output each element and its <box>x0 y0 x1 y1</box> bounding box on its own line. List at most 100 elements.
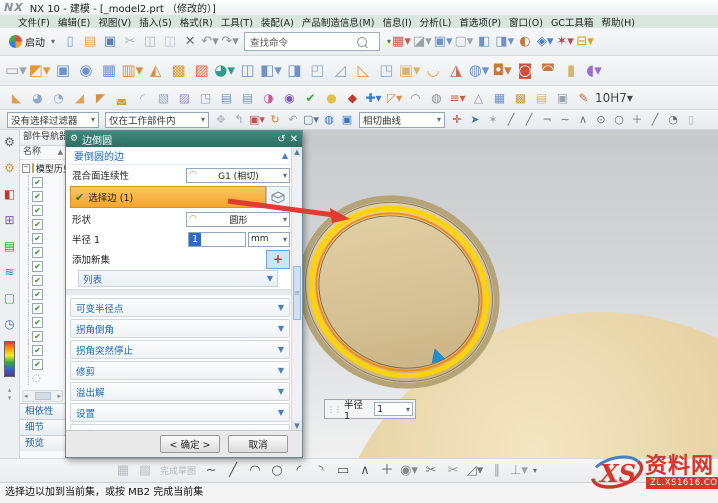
dialog-section[interactable]: 拐角突然停止 <box>70 340 290 359</box>
continuity-dropdown[interactable]: ◠ G1 (相切) ▾ <box>186 168 290 183</box>
profile-button[interactable]: ∧ <box>355 461 375 481</box>
draft-button[interactable]: ◢ <box>70 88 89 107</box>
redo-button[interactable]: ↷▾ <box>221 32 239 52</box>
constraint-navigator-icon[interactable]: ◧ <box>2 186 18 202</box>
window-layout-button[interactable]: ▦▾ <box>392 32 411 52</box>
snap-circle-button[interactable]: ○ <box>611 112 627 128</box>
tree-row[interactable] <box>20 189 65 203</box>
snap-pole-button[interactable]: ∧ <box>575 112 591 128</box>
assembly-constraint-button[interactable]: ◨▾ <box>495 32 514 52</box>
chamfer-curve-button[interactable]: ◝ <box>311 461 331 481</box>
reuse-library-icon[interactable]: ▤ <box>2 238 18 254</box>
pyramid-button[interactable]: ◮ <box>446 59 467 83</box>
tree-row[interactable] <box>20 301 65 315</box>
pattern-plus-button[interactable]: ▩ <box>511 88 530 107</box>
tree-row-pending[interactable]: ◌ <box>20 371 65 385</box>
new-file-button[interactable]: ▯ <box>61 32 79 52</box>
follow-fillet-button[interactable]: ➤ <box>467 112 483 128</box>
roles-palette-icon[interactable] <box>4 341 15 377</box>
dialog-section[interactable]: 溢出解 <box>70 382 290 401</box>
menu-item[interactable]: GC工具箱 <box>547 15 598 29</box>
tree-row[interactable] <box>20 245 65 259</box>
dialog-section[interactable]: 拐角倒角 <box>70 319 290 338</box>
menu-item[interactable]: 产品制造信息(M) <box>298 15 379 29</box>
block-button[interactable]: ▣▾ <box>399 59 421 83</box>
open-button[interactable]: ▤ <box>81 32 99 52</box>
swept-button[interactable]: ◧▾ <box>260 59 282 83</box>
thicken-button[interactable]: ▧ <box>154 88 173 107</box>
onscreen-radius-input[interactable]: ⋮⋮ 半径 1 1 ▾ <box>324 399 416 419</box>
rotate-view-button[interactable]: ↻ <box>267 112 283 128</box>
snap-face-button[interactable]: ▯ <box>683 112 699 128</box>
snap-corner-button[interactable]: ¬ <box>539 112 555 128</box>
image-button[interactable]: ▣ <box>553 88 572 107</box>
tree-row[interactable] <box>20 175 65 189</box>
measure-angle-button[interactable]: △ <box>469 88 488 107</box>
cancel-button[interactable]: 取消 <box>228 435 288 453</box>
ruled-surface-button[interactable]: ◰ <box>307 59 328 83</box>
menu-item[interactable]: 信息(I) <box>378 15 415 29</box>
measure-distance-button[interactable]: ⊟▾ <box>576 32 594 52</box>
arc-button[interactable]: ◠ <box>245 461 265 481</box>
work-cube-button[interactable]: ▣ <box>339 112 355 128</box>
offset-surface-button[interactable]: ◜ <box>133 88 152 107</box>
trim-body-button[interactable]: ◖▾ <box>584 59 605 83</box>
checkbox-checked-icon[interactable] <box>32 359 43 370</box>
curve-mesh-button[interactable]: ◳ <box>376 59 397 83</box>
export-csv-button[interactable]: ▤ <box>217 88 236 107</box>
bend-button[interactable]: ◡ <box>423 59 444 83</box>
navigator-hscrollbar[interactable]: ◂ ▸ <box>22 390 63 402</box>
sphere-wire-button[interactable]: ◍▾ <box>469 59 490 83</box>
navigator-tab[interactable]: 预览 <box>20 435 65 451</box>
radius-tag-field[interactable]: 1 ▾ <box>374 402 413 416</box>
checkbox-checked-icon[interactable] <box>32 317 43 328</box>
face-blend-button[interactable]: ◔ <box>49 88 68 107</box>
checkbox-checked-icon[interactable] <box>32 177 43 188</box>
menu-item[interactable]: 格式(R) <box>176 15 217 29</box>
checkbox-checked-icon[interactable] <box>32 303 43 314</box>
solid-body-collector-button[interactable] <box>266 186 290 208</box>
datum-axis-button[interactable]: ◆ <box>343 88 362 107</box>
checkbox-checked-icon[interactable] <box>32 247 43 258</box>
select-edge-row[interactable]: ✔ 选择边 (1) <box>70 186 266 208</box>
navigator-tab[interactable]: 细节 <box>20 419 65 435</box>
add-new-set-button[interactable]: + <box>266 250 290 269</box>
perpendicular-constraint-button[interactable]: ⊥▾ <box>509 461 529 481</box>
resource-bar-expander[interactable]: ▴▾ <box>8 386 12 402</box>
part-navigator-icon[interactable]: ⊞ <box>2 212 18 228</box>
intersect-button[interactable]: ◚ <box>538 59 559 83</box>
display-sphere-button[interactable]: ● <box>322 88 341 107</box>
tree-row[interactable] <box>20 287 65 301</box>
pattern-feature-button[interactable]: ▩ <box>168 59 189 83</box>
hole-button[interactable]: ▦ <box>98 59 119 83</box>
snap-spline-button[interactable]: ∼ <box>557 112 573 128</box>
assembly-navigator-icon[interactable]: ⚙ <box>2 160 18 176</box>
menu-item[interactable]: 装配(A) <box>257 15 298 29</box>
quick-trim-button[interactable]: ✂ <box>421 461 441 481</box>
line-button[interactable]: ╱ <box>223 461 243 481</box>
tree-row[interactable] <box>20 343 65 357</box>
dialog-scrollbar[interactable]: ▲ ≡ ▼ <box>291 147 302 431</box>
invert-selection-button[interactable]: ↰ <box>231 112 247 128</box>
radius-input[interactable]: 1 <box>188 232 246 247</box>
checkbox-checked-icon[interactable] <box>32 205 43 216</box>
fillet-curve-button[interactable]: ◜ <box>289 461 309 481</box>
undo-button[interactable]: ↶▾ <box>201 32 219 52</box>
navigator-tab[interactable]: 相依性 <box>20 403 65 419</box>
globe-button[interactable]: ◍ <box>321 112 337 128</box>
snap-point-on-curve-button[interactable]: ＋ <box>629 112 645 128</box>
checkbox-checked-icon[interactable] <box>32 219 43 230</box>
ellipse-button[interactable]: ◉▾ <box>399 461 419 481</box>
scroll-thumb[interactable] <box>35 392 51 400</box>
snap-endpoint-button[interactable]: ╱ <box>503 112 519 128</box>
extrude-button[interactable]: ▣ <box>52 59 73 83</box>
stop-rule-button[interactable]: ✛ <box>449 112 465 128</box>
background-button[interactable]: ▢▾ <box>454 32 473 52</box>
make-corner-button[interactable]: ◿▾ <box>465 461 485 481</box>
tree-row[interactable] <box>20 329 65 343</box>
examine-geometry-button[interactable]: ✔ <box>301 88 320 107</box>
shape-dropdown[interactable]: ◠ 圆形 ▾ <box>186 212 290 227</box>
snap-tangent-button[interactable]: ╱ <box>647 112 663 128</box>
snap-quadrant-button[interactable]: ◔ <box>665 112 681 128</box>
sequence-button[interactable]: ≡▾ <box>448 88 467 107</box>
